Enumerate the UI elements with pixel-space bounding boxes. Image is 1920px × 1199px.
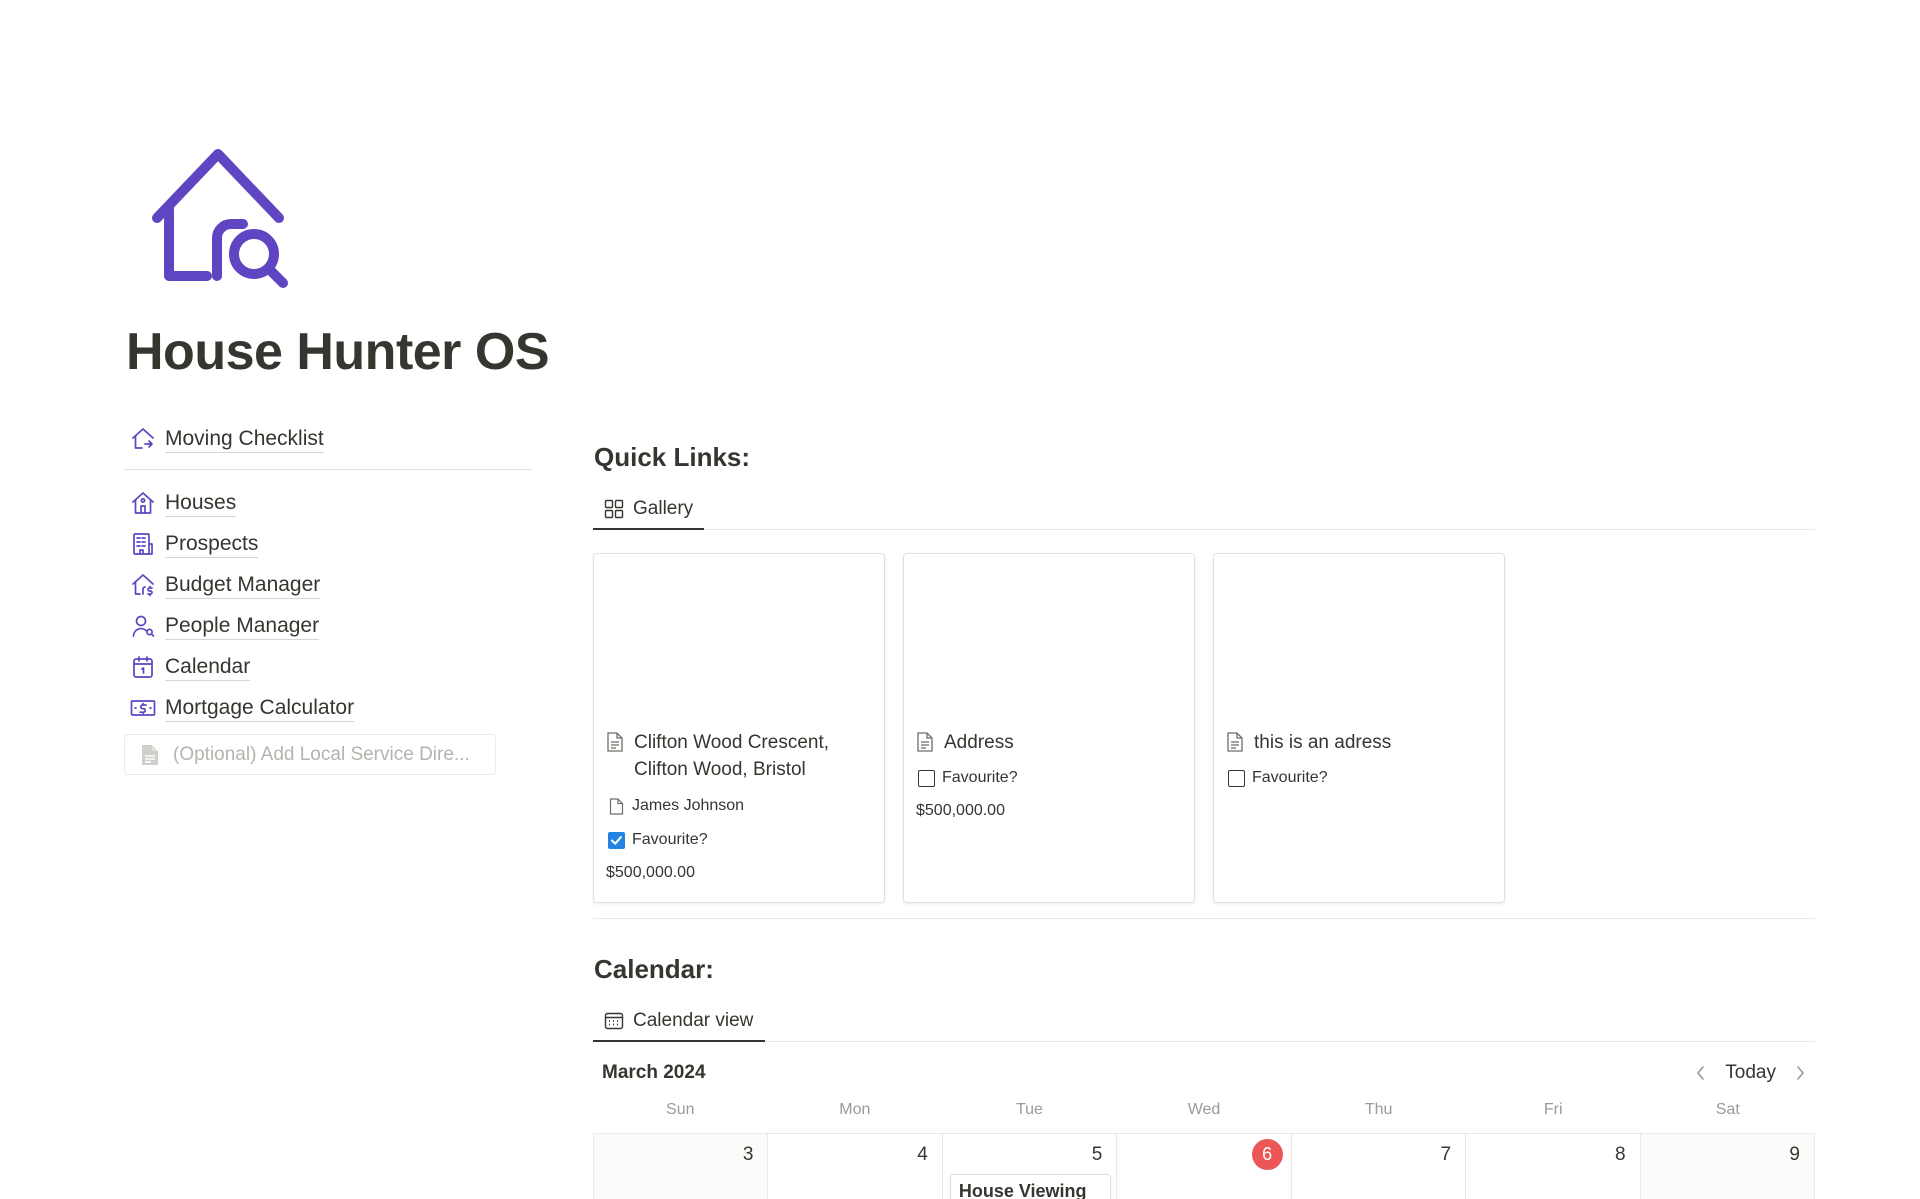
calendar-day-cell[interactable]: 5 House Viewing <box>943 1134 1118 1199</box>
calendar-day-cell[interactable]: 6 <box>1117 1134 1292 1199</box>
gallery-card[interactable]: Address Favourite? $500,000.00 <box>903 553 1195 903</box>
favourite-checkbox[interactable] <box>606 830 626 850</box>
calendar-day-cell[interactable]: 9 <box>1640 1134 1815 1199</box>
person-icon <box>130 613 156 639</box>
nav-item-label: Budget Manager <box>165 571 321 599</box>
calendar-week-row: 3 4 5 House Viewing 6 7 8 9 <box>593 1133 1815 1199</box>
nav-item-calendar[interactable]: Calendar <box>124 646 532 687</box>
day-number: 3 <box>742 1144 754 1165</box>
card-title: Clifton Wood Crescent, Clifton Wood, Bri… <box>606 729 874 783</box>
weekday-label: Sat <box>1715 1101 1740 1118</box>
weekday-label: Tue <box>1015 1101 1043 1118</box>
calendar-day-cell[interactable]: 7 <box>1292 1134 1467 1199</box>
weekday-label: Thu <box>1364 1101 1393 1118</box>
page-title: House Hunter OS <box>126 323 550 381</box>
gallery-card[interactable]: Clifton Wood Crescent, Clifton Wood, Bri… <box>593 553 885 903</box>
card-favourite-property: Favourite? <box>916 768 1018 788</box>
tab-label: Gallery <box>633 497 694 519</box>
page-icon <box>1226 732 1246 752</box>
tab-gallery[interactable]: Gallery <box>593 489 704 530</box>
divider <box>124 469 532 470</box>
nav-item-label: Prospects <box>165 530 259 558</box>
nav-item-label: Houses <box>165 489 237 517</box>
day-number: 8 <box>1614 1144 1626 1165</box>
money-icon <box>130 695 156 721</box>
day-number: 7 <box>1440 1144 1452 1165</box>
nav-item-label: Moving Checklist <box>165 425 324 453</box>
house-search-icon[interactable] <box>149 146 295 292</box>
house-icon <box>130 490 156 516</box>
quick-links-heading: Quick Links: <box>594 442 751 472</box>
tab-label: Calendar view <box>633 1009 754 1031</box>
tab-calendar-view[interactable]: Calendar view <box>593 1001 765 1042</box>
card-person: James Johnson <box>632 797 745 814</box>
calendar-day-cell[interactable]: 8 <box>1466 1134 1641 1199</box>
nav-item-prospects[interactable]: Prospects <box>124 523 532 564</box>
card-title-text: Clifton Wood Crescent, Clifton Wood, Bri… <box>634 732 830 780</box>
nav-item-people-manager[interactable]: People Manager <box>124 605 532 646</box>
chevron-right-icon[interactable] <box>1786 1058 1814 1088</box>
gallery-card[interactable]: this is an adress Favourite? <box>1213 553 1505 903</box>
checkbox-unchecked <box>1227 769 1245 787</box>
house-arrow-icon <box>130 426 156 452</box>
page-icon <box>606 796 626 816</box>
calendar-view-icon <box>603 1010 625 1032</box>
today-day-number: 6 <box>1251 1139 1283 1170</box>
card-title: this is an adress <box>1226 729 1494 756</box>
favourite-checkbox[interactable] <box>916 768 936 788</box>
nav-item-houses[interactable]: Houses <box>124 482 532 523</box>
favourite-label: Favourite? <box>942 769 1018 786</box>
today-button[interactable]: Today <box>1715 1062 1786 1084</box>
page-navigation: Moving Checklist Houses Prospects Budget… <box>124 418 532 775</box>
chevron-left-icon[interactable] <box>1687 1058 1715 1088</box>
favourite-label: Favourite? <box>632 831 708 848</box>
weekday-label: Sun <box>666 1101 695 1118</box>
weekday-label: Wed <box>1187 1101 1221 1118</box>
favourite-checkbox[interactable] <box>1226 768 1246 788</box>
checkbox-unchecked <box>917 769 935 787</box>
divider <box>593 918 1815 919</box>
calendar-navigation: Today <box>1687 1058 1814 1088</box>
favourite-label: Favourite? <box>1252 769 1328 786</box>
day-number: 5 <box>1091 1144 1103 1165</box>
card-price: $500,000.00 <box>606 864 695 881</box>
calendar-event[interactable]: House Viewing <box>949 1174 1111 1199</box>
house-dollar-icon <box>130 572 156 598</box>
card-title-text: this is an adress <box>1254 732 1392 753</box>
weekday-label: Fri <box>1543 1101 1563 1118</box>
checkbox-checked <box>607 831 625 849</box>
calendar-month-label: March 2024 <box>602 1062 706 1083</box>
calendar-day-cell[interactable]: 4 <box>768 1134 943 1199</box>
weekday-label: Mon <box>839 1101 871 1118</box>
calendar-day-cell[interactable]: 3 <box>594 1134 769 1199</box>
add-local-service-directory[interactable]: (Optional) Add Local Service Dire... <box>124 734 496 775</box>
add-directory-label: (Optional) Add Local Service Dire... <box>173 743 470 765</box>
page-icon <box>606 732 626 752</box>
nav-item-label: Mortgage Calculator <box>165 694 355 722</box>
page-icon <box>916 732 936 752</box>
card-price: $500,000.00 <box>916 802 1005 819</box>
calendar-heading: Calendar: <box>594 954 714 984</box>
day-number: 9 <box>1789 1144 1800 1165</box>
file-icon <box>139 744 161 766</box>
calendar-icon <box>130 654 156 680</box>
day-number: 4 <box>917 1144 928 1165</box>
building-icon <box>130 531 156 557</box>
weekday-header: Sun Mon Tue Wed Thu Fri Sat <box>593 1101 1815 1119</box>
card-title-text: Address <box>944 732 1014 753</box>
nav-item-label: People Manager <box>165 612 320 640</box>
card-title: Address <box>916 729 1184 756</box>
nav-item-label: Calendar <box>165 653 251 681</box>
nav-item-moving-checklist[interactable]: Moving Checklist <box>124 418 532 459</box>
card-person-property: James Johnson <box>606 796 744 816</box>
card-favourite-property: Favourite? <box>606 830 708 850</box>
calendar-view-tabs: Calendar view <box>593 1001 1815 1042</box>
nav-item-mortgage-calculator[interactable]: Mortgage Calculator <box>124 687 532 728</box>
gallery-icon <box>603 498 625 520</box>
quick-links-view-tabs: Gallery <box>593 489 1815 530</box>
card-favourite-property: Favourite? <box>1226 768 1328 788</box>
nav-item-budget-manager[interactable]: Budget Manager <box>124 564 532 605</box>
